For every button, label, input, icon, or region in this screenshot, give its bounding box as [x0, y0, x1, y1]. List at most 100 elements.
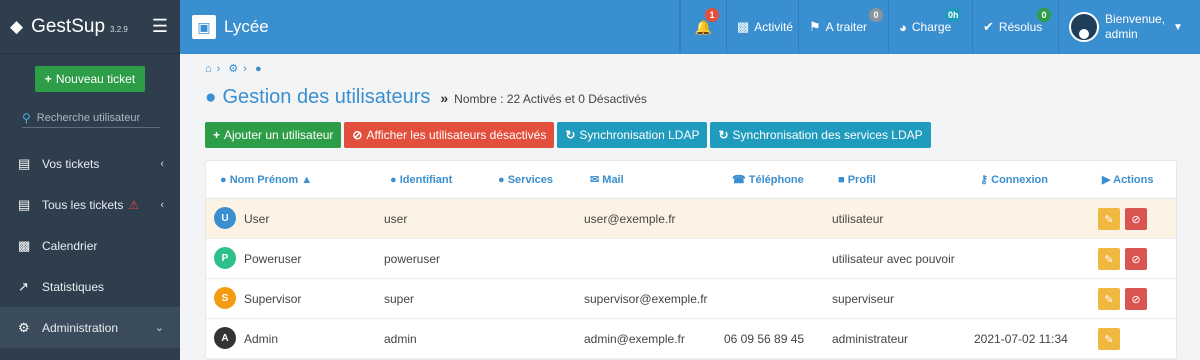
pencil-icon: ✎	[1104, 333, 1114, 346]
page-title: Gestion des utilisateurs	[222, 86, 431, 108]
ldap-sync-label: Synchronisation LDAP	[579, 128, 700, 142]
disable-button[interactable]: ⊘	[1125, 208, 1147, 230]
avatar: P	[214, 247, 236, 269]
lock-icon: ■	[838, 173, 845, 186]
sidebar-item-calendar[interactable]: ▩ Calendrier	[0, 225, 180, 266]
sidebar-item-label: Administration	[42, 320, 119, 335]
to-process-label: A traiter	[825, 20, 868, 34]
line-chart-icon: ↗	[18, 278, 29, 294]
disable-button[interactable]: ⊘	[1125, 248, 1147, 270]
notifications-button[interactable]: 🔔 1	[680, 0, 726, 54]
user-search-input[interactable]: ⚲ Recherche utilisateur	[22, 108, 160, 128]
ldap-services-sync-button[interactable]: ↻ Synchronisation des services LDAP	[710, 122, 931, 148]
col-connection[interactable]: ⚷ Connexion	[980, 173, 1048, 186]
sidebar-item-label: Statistiques	[42, 279, 105, 294]
edit-button[interactable]: ✎	[1098, 288, 1120, 310]
user-profile: utilisateur	[832, 212, 884, 226]
resolved-badge: 0	[1037, 8, 1051, 22]
username: admin	[1105, 27, 1138, 41]
home-icon[interactable]: ⌂	[205, 63, 212, 75]
ticket-icon: ▤	[18, 196, 31, 212]
sidebar-item-label: Tous les tickets	[42, 197, 124, 212]
col-profile[interactable]: ■ Profil	[838, 174, 876, 186]
col-actions-label: Actions	[1113, 174, 1154, 186]
avatar: U	[214, 207, 236, 229]
col-mail[interactable]: ✉ Mail	[590, 173, 624, 186]
sort-up-icon: ▲	[301, 173, 313, 186]
edit-button[interactable]: ✎	[1098, 328, 1120, 350]
user-connection: 2021-07-02 11:34	[974, 332, 1068, 346]
new-ticket-label: Nouveau ticket	[55, 72, 136, 86]
edit-button[interactable]: ✎	[1098, 208, 1120, 230]
col-services[interactable]: ● Services	[498, 174, 553, 186]
activity-label: Activité	[754, 20, 793, 34]
show-disabled-label: Afficher les utilisateurs désactivés	[366, 128, 547, 142]
load-button[interactable]: ◕ Charge 0h	[888, 0, 972, 54]
sidebar-item-label: Calendrier	[42, 238, 98, 253]
phone-icon: ☎	[732, 174, 746, 186]
user-login: poweruser	[384, 252, 441, 266]
sidebar-nav: ▤ Vos tickets ‹ ▤ Tous les tickets ⚠ ‹ ▩…	[0, 143, 180, 348]
col-services-label: Services	[507, 173, 553, 186]
user-icon: ●	[205, 87, 217, 108]
greeting: Bienvenue,	[1105, 12, 1166, 26]
col-login[interactable]: ● Identifiant	[390, 174, 452, 186]
activity-button[interactable]: ▩ Activité	[726, 0, 798, 54]
user-login: super	[384, 292, 415, 306]
menu-toggle-icon[interactable]: ☰	[152, 16, 168, 37]
play-icon: ▶	[1102, 174, 1111, 186]
double-chevron-icon: »	[440, 90, 449, 106]
sidebar: ◆ GestSup 3.2.9 ☰ + Nouveau ticket ⚲ Rec…	[0, 0, 180, 360]
ldap-sync-button[interactable]: ↻ Synchronisation LDAP	[557, 122, 708, 148]
to-process-button[interactable]: ⚑ A traiter 0	[798, 0, 888, 54]
brand: ◆ GestSup 3.2.9 ☰	[0, 0, 180, 54]
context-label: Lycée	[224, 17, 269, 36]
notifications-badge: 1	[705, 8, 719, 22]
topbar: ▣ Lycée 🔔 1 ▩ Activité ⚑ A traiter 0 ◕ C…	[180, 0, 1200, 54]
tag-icon: ◆	[10, 16, 24, 36]
chevron-down-icon: ⌄	[154, 322, 164, 334]
col-mail-label: Mail	[602, 174, 624, 186]
check-icon: ✔	[983, 19, 994, 34]
col-phone[interactable]: ☎ Téléphone	[732, 173, 804, 186]
sidebar-item-all-tickets[interactable]: ▤ Tous les tickets ⚠ ‹	[0, 184, 180, 225]
sidebar-item-statistics[interactable]: ↗ Statistiques	[0, 266, 180, 307]
ban-icon: ⊘	[1131, 253, 1141, 266]
user-menu[interactable]: Bienvenue, admin ▼	[1058, 0, 1200, 54]
gears-icon[interactable]: ⚙	[228, 63, 238, 75]
page-subtitle: Nombre : 22 Activés et 0 Désactivés	[454, 92, 647, 106]
ldap-services-sync-label: Synchronisation des services LDAP	[732, 128, 923, 142]
pencil-icon: ✎	[1104, 213, 1114, 226]
user-mail: admin@exemple.fr	[584, 332, 685, 346]
table-row[interactable]: A Admin admin admin@exemple.fr 06 09 56 …	[206, 319, 1176, 359]
show-disabled-users-button[interactable]: ⊘ Afficher les utilisateurs désactivés	[344, 122, 555, 148]
disable-button[interactable]: ⊘	[1125, 288, 1147, 310]
flag-icon: ⚑	[809, 19, 821, 34]
add-user-button[interactable]: + Ajouter un utilisateur	[205, 122, 342, 148]
warning-icon: ⚠	[128, 197, 140, 212]
pencil-icon: ✎	[1104, 293, 1114, 306]
user-login: admin	[384, 332, 417, 346]
table-row[interactable]: P Poweruser poweruser utilisateur avec p…	[206, 239, 1176, 279]
sidebar-item-your-tickets[interactable]: ▤ Vos tickets ‹	[0, 143, 180, 184]
ticket-icon: ▤	[18, 155, 31, 171]
cube-icon: ▣	[192, 15, 216, 39]
table-row[interactable]: S Supervisor super supervisor@exemple.fr…	[206, 279, 1176, 319]
user-mail: supervisor@exemple.fr	[584, 292, 708, 306]
edit-button[interactable]: ✎	[1098, 248, 1120, 270]
user-profile: utilisateur avec pouvoir	[832, 252, 955, 266]
col-connection-label: Connexion	[991, 174, 1048, 186]
page-header: ● Gestion des utilisateurs » Nombre : 22…	[205, 86, 647, 109]
table-row[interactable]: U User user user@exemple.fr utilisateur …	[206, 199, 1176, 239]
user-profile: administrateur	[832, 332, 909, 346]
sidebar-item-administration[interactable]: ⚙ Administration ⌄	[0, 307, 180, 348]
col-name[interactable]: ● Nom Prénom ▲	[220, 174, 312, 186]
resolved-button[interactable]: ✔ Résolus 0	[972, 0, 1058, 54]
load-label: Charge	[911, 20, 952, 34]
pencil-icon: ✎	[1104, 253, 1114, 266]
col-profile-label: Profil	[847, 173, 876, 186]
sidebar-item-label: Vos tickets	[42, 156, 100, 171]
chevron-left-icon: ‹	[160, 157, 164, 170]
app-name: GestSup	[31, 15, 106, 37]
new-ticket-button[interactable]: + Nouveau ticket	[35, 66, 145, 92]
